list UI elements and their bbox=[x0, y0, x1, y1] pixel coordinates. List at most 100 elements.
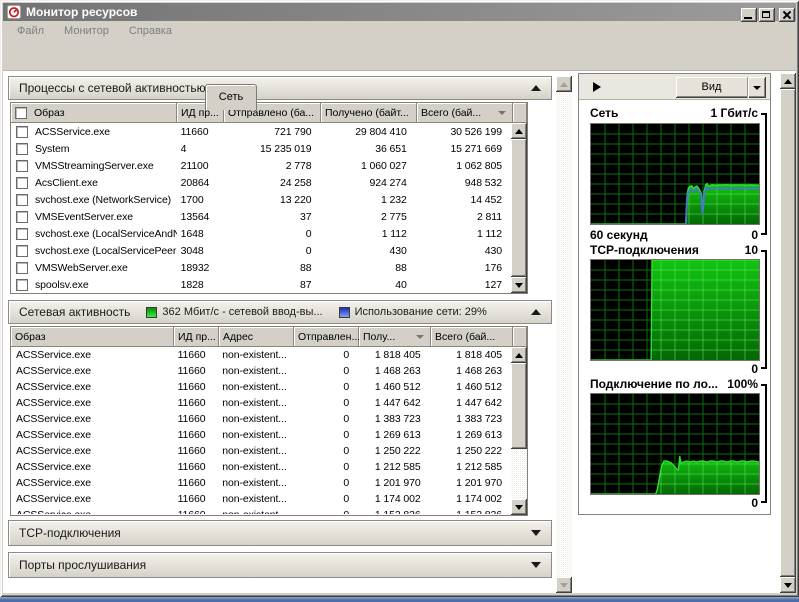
table-row[interactable]: ACSService.exe11660non-existent...01 818… bbox=[12, 347, 510, 363]
chart-ymax-label: 10 bbox=[745, 243, 758, 258]
tab-network[interactable]: Сеть bbox=[205, 84, 257, 110]
scroll-down-button[interactable] bbox=[511, 499, 527, 515]
menu-help[interactable]: Справка bbox=[123, 23, 178, 39]
header-filler bbox=[513, 103, 527, 123]
table-row[interactable]: ACSService.exe11660non-existent...01 468… bbox=[12, 363, 510, 379]
menu-monitor[interactable]: Монитор bbox=[58, 23, 115, 39]
taskbar[interactable] bbox=[0, 597, 799, 602]
table-row[interactable]: ACSService.exe11660non-existent...01 383… bbox=[12, 411, 510, 427]
cell: 0 bbox=[293, 445, 358, 457]
section-header-activity[interactable]: Сетевая активность 362 Мбит/с - сетевой … bbox=[8, 300, 552, 324]
table-row[interactable]: ACSService.exe11660721 79029 804 41030 5… bbox=[12, 123, 510, 140]
menu-file[interactable]: Файл bbox=[11, 23, 50, 39]
section-title: Сетевая активность bbox=[19, 305, 130, 319]
column-header[interactable]: Получено (байт... bbox=[321, 103, 417, 123]
scroll-up-button[interactable] bbox=[780, 73, 796, 89]
column-header[interactable]: Образ bbox=[11, 327, 174, 347]
activity-table-scrollbar[interactable] bbox=[511, 347, 527, 515]
table-row[interactable]: ACSService.exe11660non-existent...01 269… bbox=[12, 427, 510, 443]
window-title: Монитор ресурсов bbox=[26, 5, 137, 19]
row-checkbox[interactable] bbox=[16, 228, 28, 240]
scroll-up-button[interactable] bbox=[511, 347, 527, 363]
cell: 30 526 199 bbox=[415, 126, 510, 138]
column-header[interactable]: Всего (бай... bbox=[431, 327, 513, 347]
table-row[interactable]: svchost.exe (NetworkService)170013 2201 … bbox=[12, 191, 510, 208]
column-header[interactable]: Полу... bbox=[359, 327, 431, 347]
view-button[interactable]: Вид bbox=[676, 77, 766, 98]
table-row[interactable]: VMSStreamingServer.exe211002 7781 060 02… bbox=[12, 157, 510, 174]
section-title: TCP-подключения bbox=[19, 526, 121, 540]
cell: non-existent... bbox=[218, 381, 292, 393]
axis-bracket bbox=[761, 250, 767, 369]
table-row[interactable]: ACSService.exe11660non-existent...01 152… bbox=[12, 507, 510, 514]
section-header-tcp[interactable]: TCP-подключения bbox=[8, 520, 552, 546]
table-row[interactable]: svchost.exe (LocalServiceAndN...164801 1… bbox=[12, 225, 510, 242]
menubar: Файл Монитор Справка bbox=[3, 21, 796, 41]
section-header-ports[interactable]: Порты прослушивания bbox=[8, 552, 552, 578]
table-row[interactable]: ACSService.exe11660non-existent...01 447… bbox=[12, 395, 510, 411]
titlebar[interactable]: Монитор ресурсов bbox=[3, 3, 796, 21]
page-scrollbar[interactable] bbox=[556, 76, 572, 593]
scroll-up-button[interactable] bbox=[556, 76, 572, 92]
chart-svg-0 bbox=[590, 123, 760, 225]
minimize-button[interactable] bbox=[741, 8, 757, 22]
cell: 11660 bbox=[174, 477, 219, 489]
table-row[interactable]: System415 235 01936 65115 271 669 bbox=[12, 140, 510, 157]
row-checkbox[interactable] bbox=[16, 279, 28, 291]
cell: 1 062 805 bbox=[415, 160, 510, 172]
row-checkbox[interactable] bbox=[16, 194, 28, 206]
table-row[interactable]: VMSEventServer.exe13564372 7752 811 bbox=[12, 208, 510, 225]
cell: VMSEventServer.exe bbox=[12, 211, 177, 223]
row-checkbox[interactable] bbox=[16, 160, 28, 172]
scrollbar-thumb[interactable] bbox=[511, 139, 527, 277]
collapse-panel-button[interactable] bbox=[593, 80, 607, 94]
row-checkbox[interactable] bbox=[16, 177, 28, 189]
table-row[interactable]: ACSService.exe11660non-existent...01 250… bbox=[12, 443, 510, 459]
charts-panel-scrollbar[interactable] bbox=[780, 73, 796, 593]
scroll-down-button[interactable] bbox=[780, 577, 796, 593]
column-header[interactable]: Отправлен... bbox=[294, 327, 359, 347]
table-row[interactable]: ACSService.exe11660non-existent...01 174… bbox=[12, 491, 510, 507]
cell: AcsClient.exe bbox=[12, 177, 177, 189]
cell: 0 bbox=[293, 349, 358, 361]
cell: 0 bbox=[293, 461, 358, 473]
scrollbar-thumb[interactable] bbox=[780, 89, 796, 577]
scrollbar-thumb[interactable] bbox=[511, 363, 527, 449]
table-row[interactable]: svchost.exe (LocalServicePeerN...3048043… bbox=[12, 242, 510, 259]
section-title: Процессы с сетевой активностью bbox=[19, 81, 206, 95]
scroll-down-button[interactable] bbox=[556, 577, 572, 593]
section-header-processes[interactable]: Процессы с сетевой активностью bbox=[8, 76, 552, 100]
maximize-button[interactable] bbox=[759, 8, 775, 22]
table-row[interactable]: ACSService.exe11660non-existent...01 201… bbox=[12, 475, 510, 491]
table-row[interactable]: ACSService.exe11660non-existent...01 212… bbox=[12, 459, 510, 475]
triangle-down-icon bbox=[531, 562, 541, 568]
table-row[interactable]: ACSService.exe11660non-existent...01 460… bbox=[12, 379, 510, 395]
table-row[interactable]: VMSWebServer.exe189328888176 bbox=[12, 259, 510, 276]
column-header[interactable]: Адрес bbox=[219, 327, 294, 347]
view-dropdown-button[interactable] bbox=[747, 77, 766, 98]
row-checkbox[interactable] bbox=[16, 126, 28, 138]
arrow-up-icon bbox=[515, 129, 523, 134]
scroll-up-button[interactable] bbox=[511, 123, 527, 139]
row-checkbox[interactable] bbox=[16, 262, 28, 274]
table-row[interactable]: spoolsv.exe18288740127 bbox=[12, 276, 510, 292]
row-checkbox[interactable] bbox=[16, 143, 28, 155]
close-button[interactable] bbox=[779, 8, 795, 22]
processes-table-scrollbar[interactable] bbox=[511, 123, 527, 293]
cell: 430 bbox=[415, 245, 510, 257]
select-all-checkbox[interactable] bbox=[15, 107, 27, 119]
scroll-down-button[interactable] bbox=[511, 277, 527, 293]
column-header[interactable]: Образ bbox=[11, 103, 177, 123]
column-header[interactable]: ИД пр... bbox=[174, 327, 219, 347]
row-checkbox[interactable] bbox=[16, 211, 28, 223]
cell: 1 269 613 bbox=[429, 429, 510, 441]
row-checkbox[interactable] bbox=[16, 245, 28, 257]
header-filler bbox=[513, 327, 527, 347]
activity-table-header: ОбразИД пр...АдресОтправлен...Полу...Все… bbox=[11, 327, 527, 347]
arrow-down-icon bbox=[784, 583, 792, 588]
column-header[interactable]: Всего (бай... bbox=[417, 103, 513, 123]
cell: non-existent... bbox=[218, 461, 292, 473]
table-row[interactable]: AcsClient.exe2086424 258924 274948 532 bbox=[12, 174, 510, 191]
cell: 0 bbox=[223, 228, 319, 240]
cell: 1 383 723 bbox=[429, 413, 510, 425]
